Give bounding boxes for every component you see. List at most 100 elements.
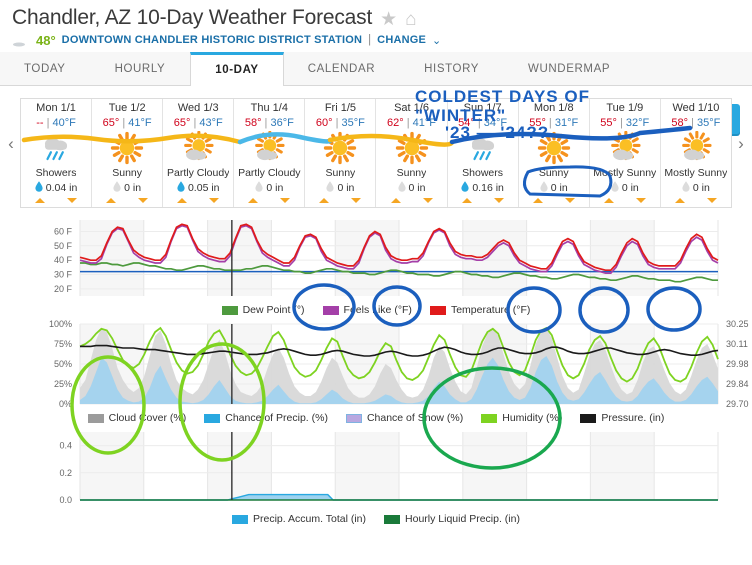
y-axis-tick-label: 0% [59,399,72,409]
y-axis-tick-label: 0.2 [59,468,72,478]
day-high: 65° [173,117,191,129]
legend-precip-accum[interactable]: Precip. Accum. Total (in) [232,513,366,525]
day-low: 35°F [341,117,365,129]
day-precip-value: 0 in [692,182,710,194]
nav-tabs: TODAY HOURLY 10-DAY CALENDAR HISTORY WUN… [0,52,752,86]
wind-marker-up-icon [390,198,401,203]
legend-pressure[interactable]: Pressure. (in) [580,412,664,424]
day-low: 34°F [483,117,508,129]
forecast-day-card[interactable]: Mon 1/1 -- | 40°F Showers 0.04 in [21,99,93,207]
home-icon[interactable]: ⌂ [405,10,416,29]
y-axis-tick-label: 100% [49,319,72,329]
chevron-down-icon[interactable]: ⌄ [432,34,441,47]
forecast-day-card[interactable]: Tue 1/2 65° | 41°F Sunny 0 in [92,99,164,207]
legend-humidity[interactable]: Humidity (%) [481,412,562,424]
day-precip: 0 in [611,181,639,195]
temperature-chart-svg[interactable]: 60 F 50 F 40 F 30 F 20 F [0,214,752,302]
charts-container: 60 F 50 F 40 F 30 F 20 F Dew Point (°) Feels… [0,214,752,525]
wind-markers [319,198,362,203]
y-axis-tick-label: 30 F [54,269,73,279]
wind-marker-up-icon [532,198,543,203]
day-condition: Sunny [325,167,356,179]
y-axis-tick-label: 25% [54,379,72,389]
forecast-day-list: Mon 1/1 -- | 40°F Showers 0.04 in Tue 1/… [20,98,732,208]
day-low: 40°F [52,117,76,129]
wind-marker-up-icon [319,198,330,203]
day-temps: 58° | 35°F [671,117,721,129]
legend-feels-like[interactable]: Feels Like (°F) [322,304,412,316]
mostly-sunny-icon [608,130,642,166]
day-precip-value: 0 in [124,182,142,194]
day-precip-value: 0 in [337,182,355,194]
water-drop-icon [397,181,406,195]
tab-wundermap[interactable]: WUNDERMAP [504,52,635,85]
wind-marker-down-icon [564,198,575,203]
conditions-chart-svg[interactable]: 100% 75% 50% 25% 0% 30.25 30.11 29.98 29.84 29.70 [0,318,752,410]
prev-days-arrow[interactable]: ‹ [2,134,20,154]
y-axis-tick-label: 40 F [54,255,73,265]
day-condition: Showers [35,167,77,179]
water-drop-icon [682,181,690,195]
wind-marker-up-icon [674,198,685,203]
legend-chance-snow[interactable]: Chance of Snow (%) [345,412,463,424]
tab-hourly[interactable]: HOURLY [91,52,191,85]
forecast-day-card[interactable]: Tue 1/9 55° | 32°F Mostly Sunny 0 in [590,99,661,207]
wind-marker-down-icon [209,198,220,203]
day-high: 60° [315,117,333,129]
tab-10-day[interactable]: 10-DAY [190,52,284,86]
wind-marker-down-icon [67,198,78,203]
day-low: 41°F [412,117,436,129]
legend-label: Hourly Liquid Precip. (in) [405,513,520,525]
legend-cloud-cover[interactable]: Cloud Cover (%) [87,412,186,424]
day-temps: 58° | 36°F [244,117,294,129]
forecast-day-card[interactable]: Sat 1/6 62° | 41°F Sunny 0 in [376,99,448,207]
day-low: 31°F [554,117,579,129]
tab-calendar[interactable]: CALENDAR [284,52,400,85]
forecast-day-card[interactable]: Thu 1/4 58° | 36°F Partly Cloudy 0 in [234,99,306,207]
water-drop-icon [113,181,121,195]
sunny-icon [110,130,144,166]
star-icon[interactable]: ★ [380,10,397,29]
moon-icon [12,32,30,48]
station-name[interactable]: DOWNTOWN CHANDLER HISTORIC DISTRICT STAT… [62,34,363,46]
conditions-chart: 100% 75% 50% 25% 0% 30.25 30.11 29.98 29.84 29.70… [0,318,752,424]
next-days-arrow[interactable]: › [732,134,750,154]
wind-marker-down-icon [422,198,433,203]
forecast-day-card[interactable]: Wed 1/10 58° | 35°F Mostly Sunny 0 in [661,99,731,207]
sunny-icon [395,130,429,166]
forecast-day-card[interactable]: Wed 1/3 65° | 43°F Partly Cloudy 0.05 in [163,99,235,207]
day-high: 58° [244,117,262,129]
day-precip: 0 in [397,181,425,195]
showers-icon [466,130,500,166]
legend-dew-point[interactable]: Dew Point (°) [221,304,305,316]
legend-chance-precip[interactable]: Chance of Precip. (%) [204,412,328,424]
day-precip-value: 0.16 in [472,182,504,194]
water-drop-icon [177,181,185,195]
wind-markers [461,198,504,203]
wind-marker-down-icon [280,198,291,203]
forecast-day-card[interactable]: Fri 1/5 60° | 35°F Sunny 0 in [305,99,377,207]
legend-hourly-liquid-precip[interactable]: Hourly Liquid Precip. (in) [384,513,520,525]
tab-history[interactable]: HISTORY [400,52,504,85]
partly-cloudy-icon [252,130,286,166]
day-high: 55° [600,117,617,129]
legend-label: Feels Like (°F) [343,304,412,316]
wind-markers [106,198,149,203]
wind-marker-down-icon [493,198,504,203]
precip-accum-chart-svg[interactable]: 0.4 0.2 0.0 [0,426,752,512]
legend-label: Pressure. (in) [601,412,665,424]
sunny-icon [537,130,571,166]
tab-today[interactable]: TODAY [0,52,91,85]
day-name: Sun 1/7 [463,102,502,114]
day-precip-value: 0.04 in [45,182,78,194]
wind-marker-up-icon [603,198,614,203]
wind-markers [674,198,717,203]
day-precip-value: 0 in [621,182,639,194]
change-station-link[interactable]: CHANGE [377,34,426,46]
legend-temperature[interactable]: Temperature (°F) [429,304,531,316]
wind-marker-up-icon [248,198,259,203]
forecast-day-card[interactable]: Mon 1/8 55° | 31°F Sunny 0 in [519,99,590,207]
legend-label: Temperature (°F) [450,304,531,316]
forecast-day-card[interactable]: Sun 1/7 54° | 34°F Showers 0.16 in [448,99,519,207]
wind-markers [532,198,575,203]
